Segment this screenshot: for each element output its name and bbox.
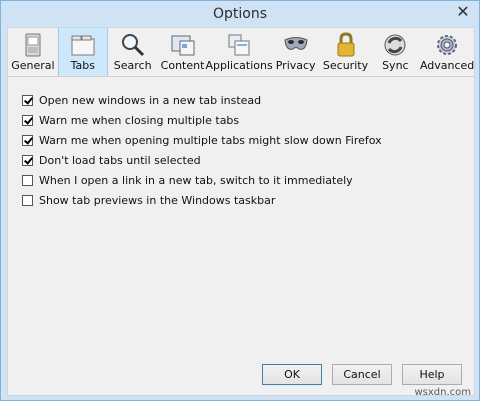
tab-privacy[interactable]: Privacy [271,28,321,76]
options-window: Options ✕ General Tabs Search Content Ap… [0,0,480,401]
checkbox[interactable] [22,194,33,206]
ok-button[interactable]: OK [262,364,322,385]
tab-applications[interactable]: Applications [206,28,273,76]
checkbox[interactable] [22,134,33,146]
tab-tabs[interactable]: Tabs [57,28,108,76]
tabs-options-list: Open new windows in a new tab instead Wa… [22,90,382,210]
dialog-client-area: General Tabs Search Content Applications… [7,27,475,396]
option-label: Show tab previews in the Windows taskbar [39,193,276,207]
content-icon [171,35,195,56]
option-label: When I open a link in a new tab, switch … [39,173,353,187]
option-warn-closing-multiple-tabs[interactable]: Warn me when closing multiple tabs [22,110,382,130]
tab-advanced[interactable]: Advanced [420,28,474,76]
tab-security[interactable]: Security [321,28,371,76]
privacy-mask-icon [284,37,308,50]
gear-icon [437,35,458,55]
option-switch-to-new-tab[interactable]: When I open a link in a new tab, switch … [22,170,382,190]
tab-label: Advanced [419,59,475,72]
tabs-icon [71,35,95,56]
applications-icon [228,34,250,56]
option-label: Warn me when opening multiple tabs might… [39,133,382,147]
general-icon [25,33,41,57]
close-icon[interactable]: ✕ [453,4,473,20]
option-label: Warn me when closing multiple tabs [39,113,240,127]
option-show-tab-previews[interactable]: Show tab previews in the Windows taskbar [22,190,382,210]
checkbox[interactable] [22,154,33,166]
option-dont-load-tabs-until-selected[interactable]: Don't load tabs until selected [22,150,382,170]
option-open-new-windows-in-tab[interactable]: Open new windows in a new tab instead [22,90,382,110]
category-toolbar: General Tabs Search Content Applications… [8,28,474,77]
lock-icon [337,32,354,57]
window-title: Options [212,6,268,22]
tab-general[interactable]: General [8,28,58,76]
option-label: Don't load tabs until selected [39,153,201,167]
cancel-button[interactable]: Cancel [332,364,392,385]
tab-search[interactable]: Search [108,28,158,76]
option-label: Open new windows in a new tab instead [39,93,262,107]
help-button[interactable]: Help [402,364,462,385]
search-icon [121,34,144,57]
tab-content[interactable]: Content [158,28,208,76]
tab-sync[interactable]: Sync [370,28,420,76]
option-warn-opening-multiple-tabs[interactable]: Warn me when opening multiple tabs might… [22,130,382,150]
checkbox[interactable] [22,94,33,106]
watermark: wsxdn.com [414,387,471,398]
checkbox[interactable] [22,114,33,126]
sync-icon [384,34,406,56]
checkbox[interactable] [22,174,33,186]
